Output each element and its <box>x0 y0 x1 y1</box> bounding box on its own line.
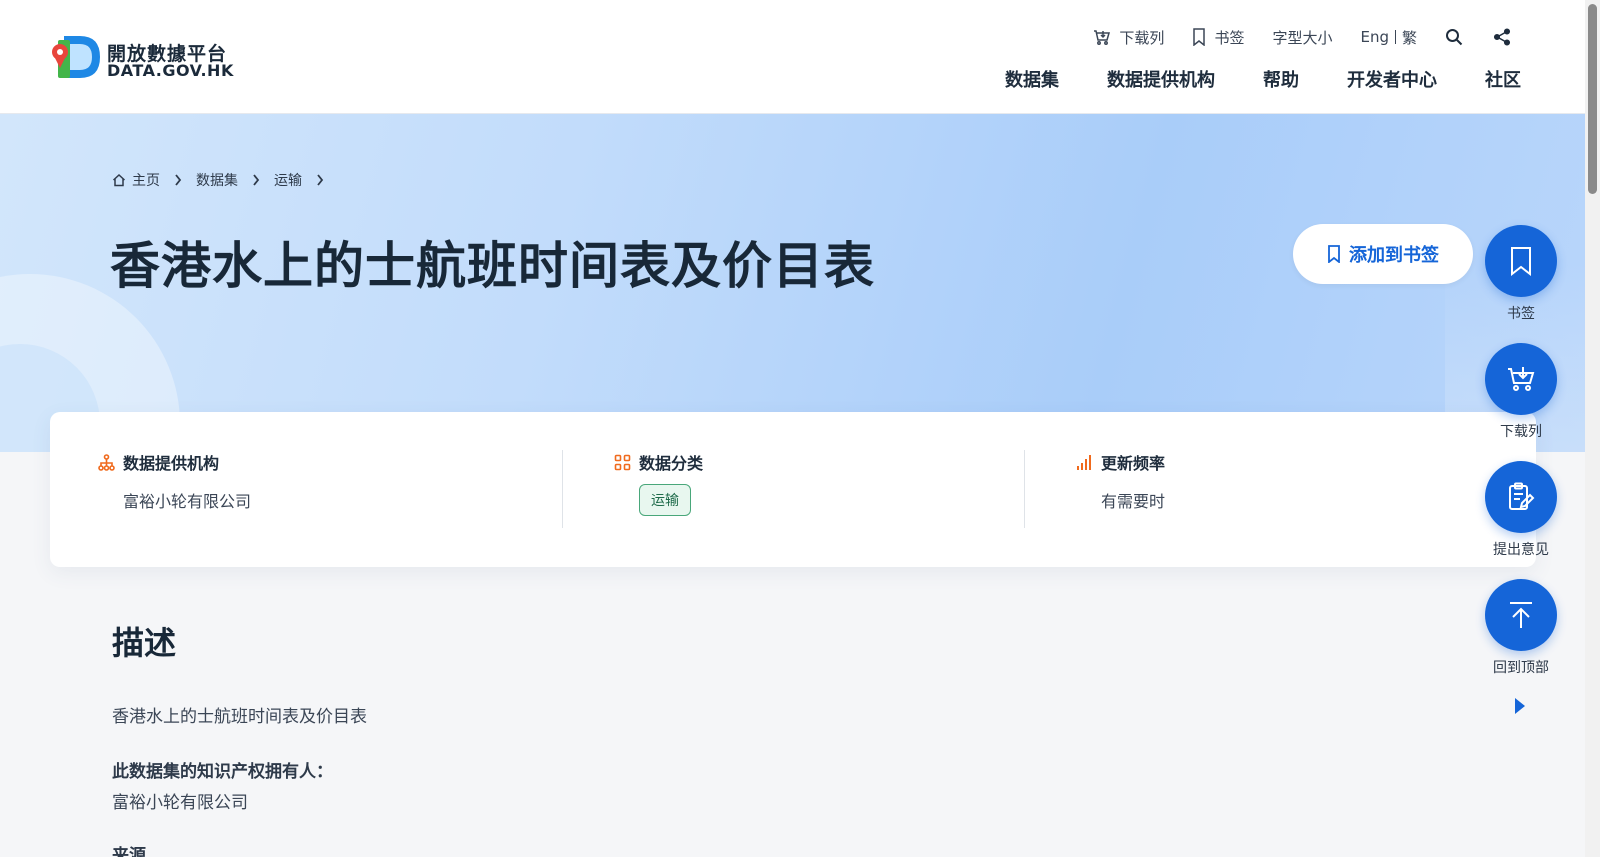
provider-label: 数据提供机构 <box>123 454 220 473</box>
nav-data-providers[interactable]: 数据提供机构 <box>1107 66 1215 92</box>
share-button[interactable] <box>1491 26 1513 48</box>
frequency-value: 有需要时 <box>1101 492 1166 511</box>
category-section: 数据分类 运输 <box>614 450 703 528</box>
org-chart-icon <box>98 453 115 471</box>
category-label: 数据分类 <box>639 454 704 473</box>
breadcrumb-transport[interactable]: 运输 <box>274 170 302 190</box>
fab-bookmark-label: 书签 <box>1507 306 1535 322</box>
nav-datasets[interactable]: 数据集 <box>1005 66 1059 92</box>
download-list-link[interactable]: 下载列 <box>1093 27 1164 48</box>
logo-text-english: DATA.GOV.HK <box>107 61 234 80</box>
add-bookmark-label: 添加到书签 <box>1349 245 1439 266</box>
breadcrumb: 主页 数据集 运输 <box>112 170 338 190</box>
fab-bookmark-button[interactable] <box>1485 225 1557 297</box>
description-text: 香港水上的士航班时间表及价目表 <box>112 707 367 727</box>
ip-owner-label: 此数据集的知识产权拥有人： <box>112 762 333 782</box>
category-tag[interactable]: 运输 <box>639 484 691 516</box>
category-grid-icon <box>614 454 631 470</box>
arrow-up-icon <box>1510 602 1532 628</box>
language-switcher: Eng 繁 <box>1360 27 1417 48</box>
fab-feedback-label: 提出意见 <box>1493 542 1549 558</box>
home-icon <box>112 173 126 187</box>
signal-bars-icon <box>1077 454 1091 470</box>
fab-back-to-top: 回到顶部 <box>1485 579 1557 677</box>
logo-mark-icon <box>52 36 100 78</box>
search-button[interactable] <box>1443 26 1465 48</box>
site-header: 開放數據平台 DATA.GOV.HK 下载列 书签 字型大小 Eng 繁 数据集… <box>0 0 1585 114</box>
fab-feedback-button[interactable] <box>1485 461 1557 533</box>
description-heading: 描述 <box>112 624 177 662</box>
lang-divider <box>1394 30 1396 44</box>
bookmarks-label: 书签 <box>1214 28 1245 47</box>
bookmark-icon <box>1511 247 1531 276</box>
clipboard-edit-icon <box>1509 482 1535 510</box>
lang-english[interactable]: Eng <box>1360 28 1389 46</box>
description-section: 描述 香港水上的士航班时间表及价目表 此数据集的知识产权拥有人： 富裕小轮有限公… <box>112 618 367 857</box>
source-label: 来源 <box>112 846 146 857</box>
fab-download-list-label: 下载列 <box>1500 424 1542 440</box>
fab-back-to-top-label: 回到顶部 <box>1493 660 1549 676</box>
nav-developer-centre[interactable]: 开发者中心 <box>1347 66 1437 92</box>
font-size-label: 字型大小 <box>1272 28 1333 47</box>
chevron-right-icon <box>317 174 324 186</box>
lang-traditional-chinese[interactable]: 繁 <box>1402 27 1417 48</box>
cart-icon <box>1508 367 1535 391</box>
nav-community[interactable]: 社区 <box>1485 66 1521 92</box>
cart-icon <box>1094 30 1111 45</box>
search-icon <box>1446 29 1463 46</box>
ip-owner-value: 富裕小轮有限公司 <box>112 793 248 813</box>
fab-download-list-button[interactable] <box>1485 343 1557 415</box>
card-divider <box>1024 450 1025 528</box>
utility-bar: 下载列 书签 字型大小 Eng 繁 <box>1065 26 1513 48</box>
frequency-label: 更新频率 <box>1101 454 1166 473</box>
nav-help[interactable]: 帮助 <box>1263 66 1299 92</box>
fab-download-list: 下载列 <box>1485 343 1557 441</box>
scrollbar-thumb[interactable] <box>1588 4 1597 194</box>
hero-banner: 主页 数据集 运输 香港水上的士航班时间表及价目表 添加到书签 <box>0 114 1585 452</box>
fab-bookmark: 书签 <box>1485 225 1557 323</box>
provider-section: 数据提供机构 富裕小轮有限公司 <box>98 450 251 528</box>
page-title: 香港水上的士航班时间表及价目表 <box>110 237 875 295</box>
chevron-right-icon <box>253 174 260 186</box>
fab-back-to-top-button[interactable] <box>1485 579 1557 651</box>
site-logo[interactable]: 開放數據平台 DATA.GOV.HK <box>50 30 233 85</box>
frequency-section: 更新频率 有需要时 <box>1076 450 1165 528</box>
breadcrumb-transport-label: 运输 <box>274 173 302 189</box>
breadcrumb-datasets-label: 数据集 <box>196 173 238 189</box>
chevron-right-icon <box>175 174 182 186</box>
breadcrumb-home-label: 主页 <box>132 173 160 189</box>
breadcrumb-home[interactable]: 主页 <box>112 170 160 190</box>
download-list-label: 下载列 <box>1119 28 1165 47</box>
main-navigation: 数据集 数据提供机构 帮助 开发者中心 社区 <box>1005 66 1521 92</box>
add-bookmark-button[interactable]: 添加到书签 <box>1293 224 1473 284</box>
bookmark-icon <box>1193 28 1206 46</box>
fab-feedback: 提出意见 <box>1485 461 1557 559</box>
font-size-link[interactable]: 字型大小 <box>1272 27 1332 48</box>
bookmark-icon <box>1328 245 1340 263</box>
dataset-info-card: 数据提供机构 富裕小轮有限公司 数据分类 运输 更新频率 有需要时 <box>50 412 1536 567</box>
share-icon <box>1493 28 1511 46</box>
caret-right-icon[interactable] <box>1514 697 1526 715</box>
breadcrumb-datasets[interactable]: 数据集 <box>196 170 238 190</box>
bookmarks-link[interactable]: 书签 <box>1192 27 1244 48</box>
provider-value[interactable]: 富裕小轮有限公司 <box>123 488 251 512</box>
page-scrollbar[interactable] <box>1585 0 1600 857</box>
card-divider <box>562 450 563 528</box>
